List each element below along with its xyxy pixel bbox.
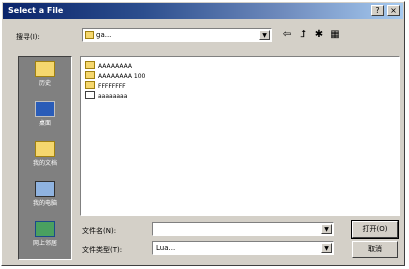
place-my-documents[interactable]: 我的文档 bbox=[19, 139, 71, 173]
help-button[interactable]: ? bbox=[371, 5, 384, 16]
filename-field[interactable]: ▼ bbox=[152, 222, 334, 236]
folder-icon bbox=[85, 31, 94, 39]
place-desktop[interactable]: 桌面 bbox=[19, 99, 71, 133]
file-list[interactable]: AAAAAAAA AAAAAAAA 100 FFFFFFFF aaaaaaaa bbox=[80, 56, 400, 216]
view-menu-icon[interactable]: ▦ bbox=[328, 28, 342, 42]
look-in-dropdown[interactable]: ga... ▼ bbox=[82, 28, 272, 42]
places-bar: 历史 桌面 我的文档 我的电脑 网上邻居 bbox=[18, 56, 72, 260]
desktop-icon bbox=[35, 101, 55, 117]
list-item[interactable]: aaaaaaaa bbox=[85, 91, 127, 101]
folder-icon bbox=[85, 71, 95, 79]
my-computer-icon bbox=[35, 181, 55, 197]
chevron-down-icon[interactable]: ▼ bbox=[259, 30, 270, 40]
list-item[interactable]: AAAAAAAA 100 bbox=[85, 71, 145, 81]
filetype-dropdown[interactable]: Lua... ▼ bbox=[152, 241, 334, 255]
list-item[interactable]: AAAAAAAA bbox=[85, 61, 132, 71]
folder-icon bbox=[85, 61, 95, 69]
place-history[interactable]: 历史 bbox=[19, 59, 71, 93]
history-icon bbox=[35, 61, 55, 77]
open-button[interactable]: 打开(O) bbox=[351, 220, 399, 239]
place-label: 桌面 bbox=[38, 120, 51, 127]
place-label: 我的电脑 bbox=[32, 200, 57, 207]
filetype-value: Lua... bbox=[156, 244, 176, 252]
folder-icon bbox=[85, 81, 95, 89]
place-label: 我的文档 bbox=[32, 160, 57, 167]
up-folder-icon[interactable]: ⮥ bbox=[296, 28, 310, 42]
title-bar[interactable]: Select a File ? × bbox=[3, 3, 403, 19]
cancel-button[interactable]: 取消 bbox=[352, 241, 398, 258]
close-button[interactable]: × bbox=[387, 5, 400, 16]
place-my-computer[interactable]: 我的电脑 bbox=[19, 179, 71, 213]
chevron-down-icon[interactable]: ▼ bbox=[321, 224, 332, 234]
look-in-value: ga... bbox=[96, 31, 112, 39]
look-in-label: 搜寻(I): bbox=[16, 33, 40, 41]
filetype-label: 文件类型(T): bbox=[82, 246, 123, 254]
network-places-icon bbox=[35, 221, 55, 237]
new-folder-icon[interactable]: ✱ bbox=[312, 28, 326, 42]
place-network[interactable]: 网上邻居 bbox=[19, 219, 71, 253]
place-label: 网上邻居 bbox=[32, 240, 57, 247]
filename-label: 文件名(N): bbox=[82, 227, 117, 235]
place-label: 历史 bbox=[38, 80, 51, 87]
file-dialog: Select a File ? × 搜寻(I): ga... ▼ ⇦ ⮥ ✱ ▦… bbox=[1, 1, 405, 266]
chevron-down-icon[interactable]: ▼ bbox=[321, 243, 332, 253]
list-item[interactable]: FFFFFFFF bbox=[85, 81, 126, 91]
my-documents-icon bbox=[35, 141, 55, 157]
document-icon bbox=[85, 91, 95, 99]
dialog-title: Select a File bbox=[8, 6, 64, 15]
back-arrow-icon[interactable]: ⇦ bbox=[280, 28, 294, 42]
